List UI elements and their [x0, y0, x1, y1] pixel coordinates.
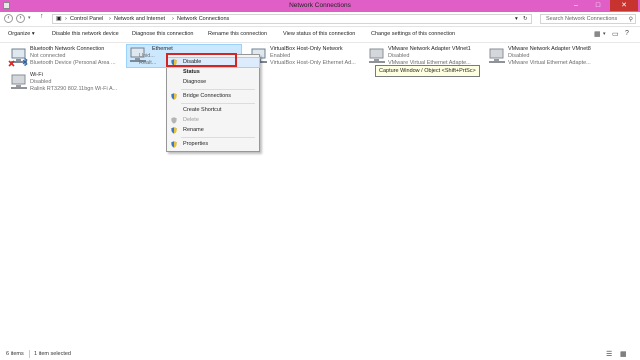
close-button[interactable]: ✕ — [610, 0, 638, 11]
highlight-box — [166, 53, 237, 67]
menu-divider — [181, 103, 255, 104]
capture-tooltip: Capture Window / Object <Shift+PrtSc> — [375, 65, 480, 77]
bluetooth-icon — [22, 58, 28, 66]
command-toolbar: Organize ▾ Disable this network device D… — [0, 27, 640, 43]
window-title: Network Connections — [289, 2, 351, 9]
crumb-control-panel[interactable]: Control Panel — [70, 16, 103, 22]
view-dropdown-icon[interactable]: ▾ — [603, 31, 606, 37]
recent-locations-icon[interactable]: ▾ — [28, 15, 31, 21]
connection-status: Disabled — [30, 79, 52, 85]
forward-button[interactable]: › — [16, 14, 25, 23]
uac-shield-icon — [171, 117, 177, 124]
breadcrumb[interactable]: ▣ › Control Panel › Network and Internet… — [52, 14, 532, 24]
view-options-icon[interactable]: ▦ — [594, 30, 601, 38]
menu-item-create-shortcut[interactable]: Create Shortcut — [167, 106, 259, 115]
uac-shield-icon — [171, 93, 177, 100]
selection-count: 1 item selected — [34, 351, 71, 357]
connection-name: Wi-Fi — [30, 72, 43, 78]
connection-status: Unid... — [139, 53, 155, 59]
connection-device: Ralink RT3290 802.11bgn Wi-Fi A... — [30, 86, 118, 92]
rename-button[interactable]: Rename this connection — [208, 31, 267, 37]
menu-item-bridge[interactable]: Bridge Connections — [167, 92, 259, 101]
details-view-icon[interactable]: ☰ — [606, 350, 612, 358]
item-count: 6 items — [6, 351, 24, 357]
maximize-button[interactable]: □ — [588, 0, 608, 11]
menu-item-delete: Delete — [167, 116, 259, 125]
crumb-network-and-internet[interactable]: Network and Internet — [114, 16, 165, 22]
menu-divider — [181, 89, 255, 90]
wireless-adapter-icon — [11, 74, 27, 89]
status-bar: 6 items 1 item selected ☰ ▦ — [0, 348, 640, 360]
menu-item-status[interactable]: Status — [167, 68, 259, 77]
minimize-button[interactable]: – — [566, 0, 586, 11]
connection-bluetooth[interactable]: Bluetooth Network Connection Not connect… — [8, 46, 124, 72]
connection-name: VMware Network Adapter VMnet1 — [388, 46, 471, 52]
search-box[interactable]: Search Network Connections ⚲ — [540, 14, 636, 24]
diagnose-button[interactable]: Diagnose this connection — [132, 31, 193, 37]
connection-name: Bluetooth Network Connection — [30, 46, 105, 52]
search-icon[interactable]: ⚲ — [629, 16, 633, 23]
back-button[interactable]: ‹ — [4, 14, 13, 23]
connection-vmnet8[interactable]: VMware Network Adapter VMnet8 Disabled V… — [486, 46, 616, 72]
menu-item-diagnose[interactable]: Diagnose — [167, 78, 259, 87]
connection-virtualbox[interactable]: VirtualBox Host-Only Network Enabled Vir… — [248, 46, 366, 72]
network-adapter-icon — [369, 48, 385, 63]
refresh-icon[interactable]: ↻ — [523, 16, 528, 22]
up-arrow-icon[interactable]: ↑ — [40, 13, 44, 20]
menu-divider — [181, 137, 255, 138]
preview-pane-icon[interactable]: ▭ — [612, 30, 619, 38]
connection-status: Disabled — [508, 53, 530, 59]
search-input[interactable]: Search Network Connections — [546, 16, 617, 22]
connection-status: Disabled — [388, 53, 410, 59]
uac-shield-icon — [171, 141, 177, 148]
network-adapter-icon — [489, 48, 505, 63]
context-menu: Disable Status Diagnose Bridge Connectio… — [166, 54, 260, 152]
connection-wifi[interactable]: Wi-Fi Disabled Ralink RT3290 802.11bgn W… — [8, 72, 124, 98]
address-bar: ‹ › ▾ ↑ ▣ › Control Panel › Network and … — [0, 12, 640, 27]
connection-device: VirtualBox Host-Only Ethernet Ad... — [270, 60, 356, 66]
connection-device: VMware Virtual Ethernet Adapte... — [508, 60, 591, 66]
connection-name: Ethernet — [152, 46, 173, 52]
connection-name: VirtualBox Host-Only Network — [270, 46, 343, 52]
large-icons-view-icon[interactable]: ▦ — [620, 350, 627, 358]
control-panel-icon: ▣ — [56, 16, 62, 22]
menu-item-rename[interactable]: Rename — [167, 126, 259, 135]
uac-shield-icon — [171, 127, 177, 134]
connection-device: Bluetooth Device (Personal Area ... — [30, 60, 116, 66]
change-settings-button[interactable]: Change settings of this connection — [371, 31, 455, 37]
crumb-network-connections[interactable]: Network Connections — [177, 16, 229, 22]
disconnected-x-icon — [8, 60, 15, 67]
disable-device-button[interactable]: Disable this network device — [52, 31, 119, 37]
organize-button[interactable]: Organize ▾ — [8, 31, 35, 37]
status-divider — [29, 350, 30, 358]
connection-name: VMware Network Adapter VMnet8 — [508, 46, 591, 52]
view-status-button[interactable]: View status of this connection — [283, 31, 355, 37]
connection-status: Enabled — [270, 53, 291, 59]
address-dropdown-icon[interactable]: ▾ — [515, 16, 518, 22]
connection-device: Realt... — [139, 60, 157, 66]
title-bar: Network Connections – □ ✕ — [0, 0, 640, 12]
connection-status: Not connected — [30, 53, 66, 59]
help-icon[interactable]: ? — [625, 30, 629, 37]
menu-item-properties[interactable]: Properties — [167, 140, 259, 149]
